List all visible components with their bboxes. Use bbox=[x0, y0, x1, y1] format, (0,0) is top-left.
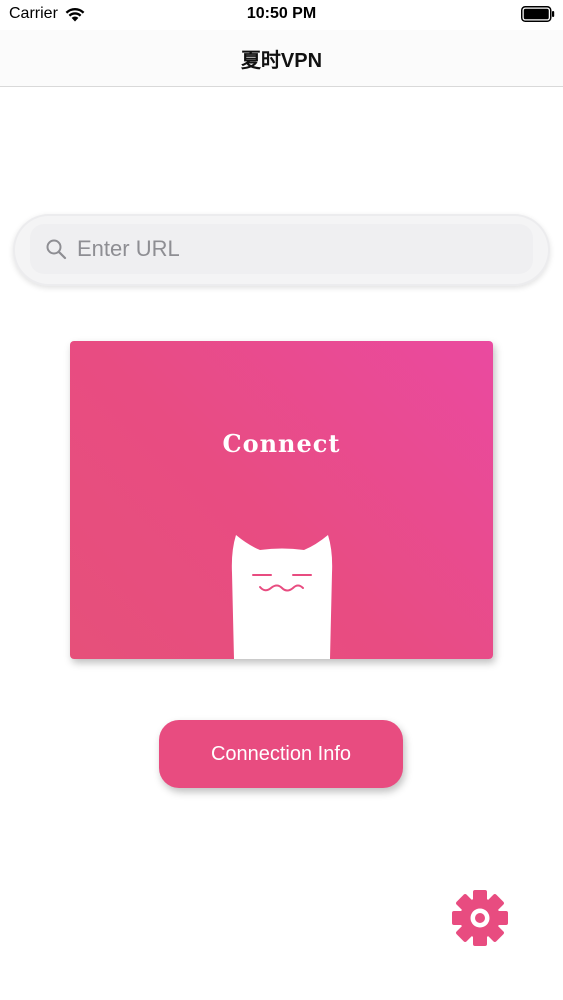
cat-mascot bbox=[231, 535, 333, 659]
connect-button[interactable]: Connect bbox=[70, 341, 493, 659]
nav-bar: 夏时VPN bbox=[0, 30, 563, 87]
url-input[interactable] bbox=[75, 235, 499, 263]
connection-info-button[interactable]: Connection Info bbox=[159, 720, 403, 788]
search-field-container[interactable] bbox=[30, 224, 533, 274]
page-title: 夏时VPN bbox=[240, 50, 323, 72]
status-bar: Carrier 10:50 PM bbox=[0, 0, 563, 30]
search-icon bbox=[46, 239, 67, 260]
connect-label: Connect bbox=[222, 429, 341, 458]
search-bar bbox=[13, 214, 550, 286]
gear-icon[interactable] bbox=[450, 888, 510, 948]
status-time: 10:50 PM bbox=[246, 5, 317, 22]
battery-icon bbox=[521, 6, 555, 22]
